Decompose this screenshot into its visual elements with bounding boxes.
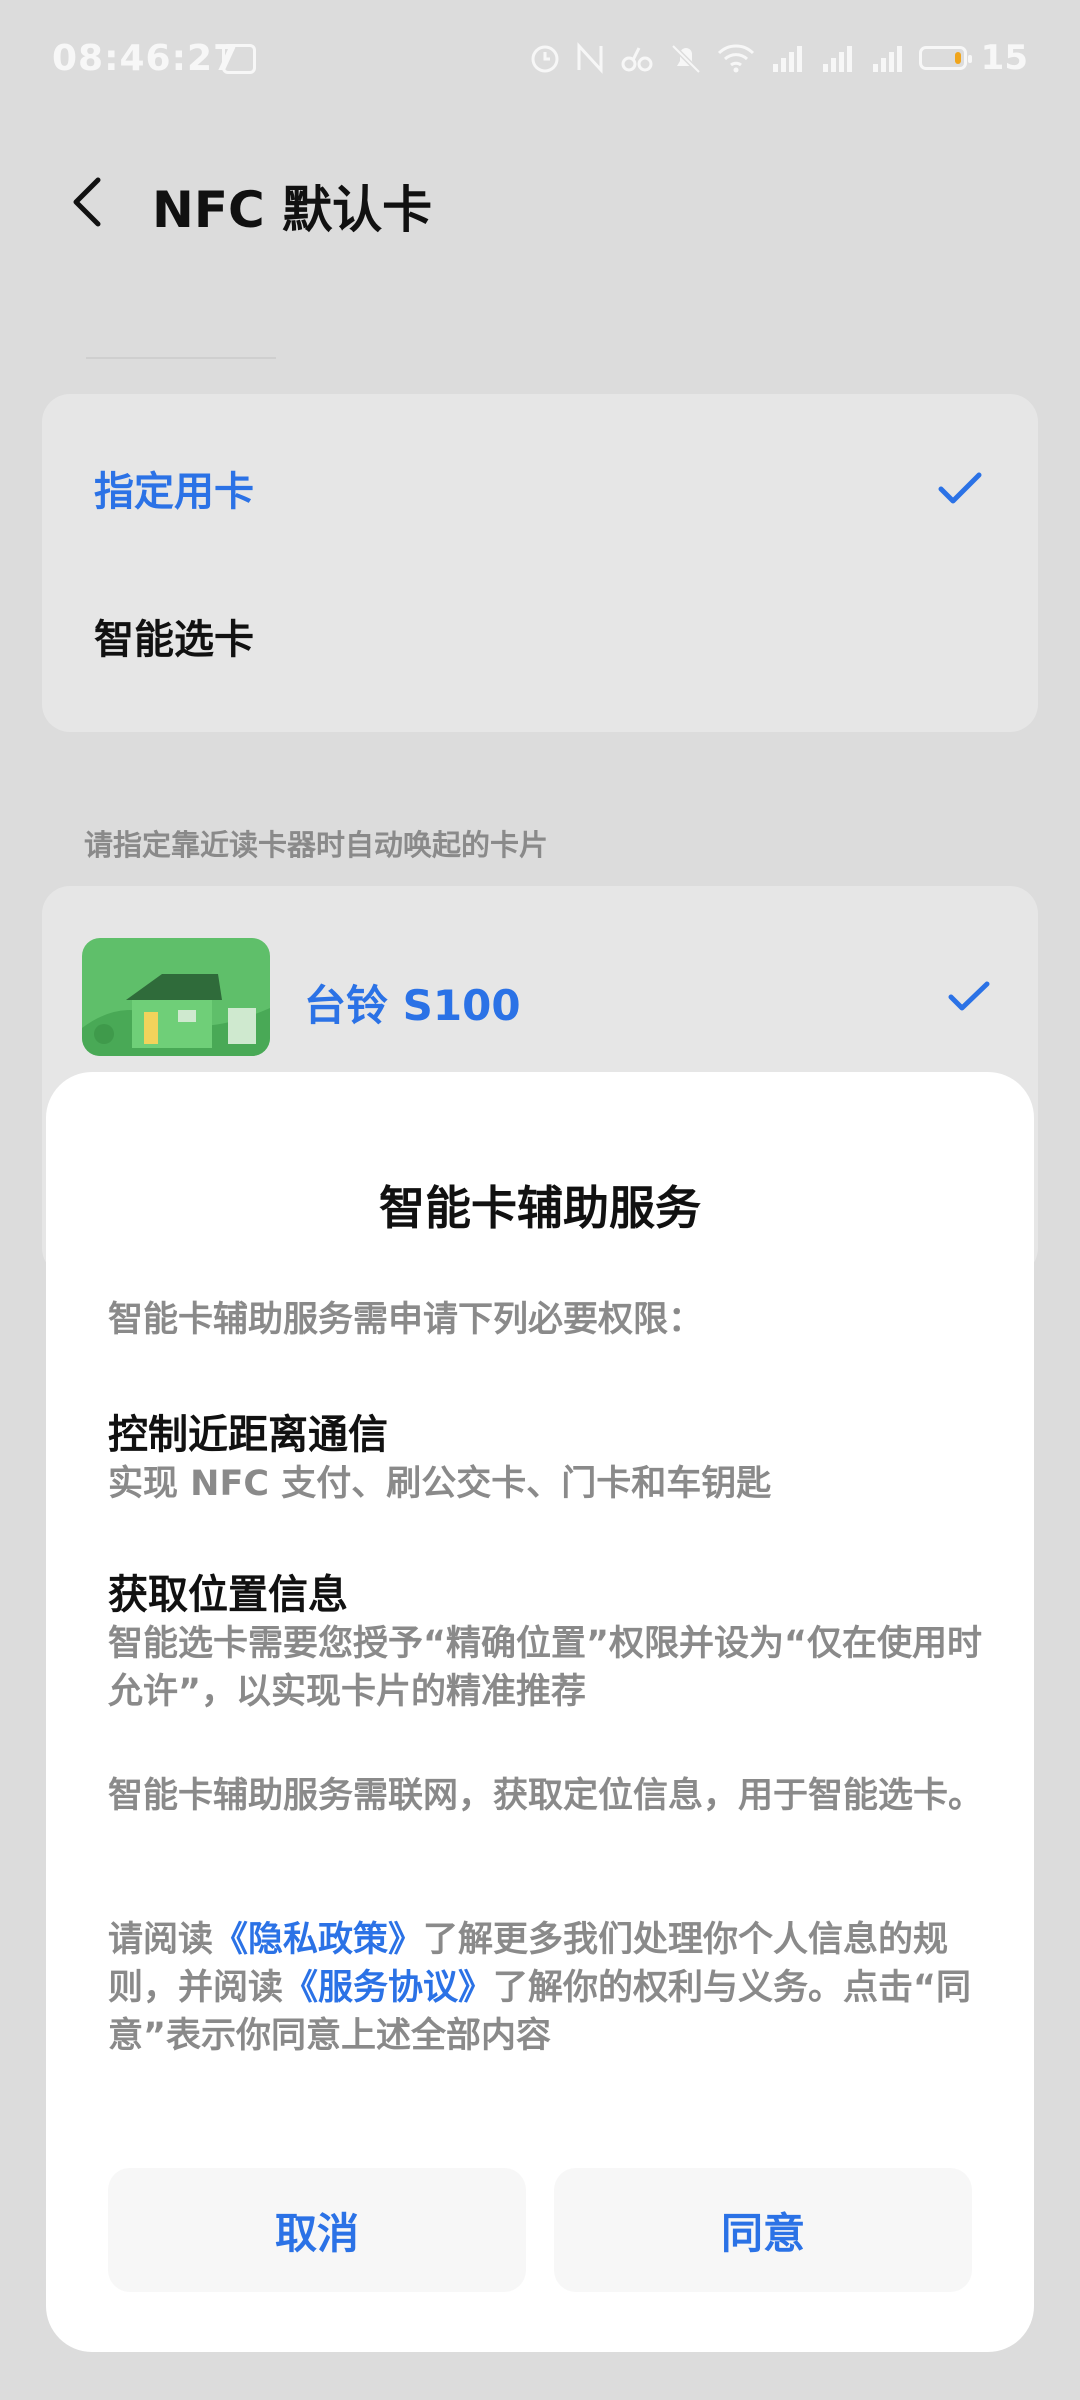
- mode-option-label: 智能选卡: [94, 617, 254, 663]
- network-note: 智能卡辅助服务需联网，获取定位信息，用于智能选卡。: [108, 1776, 984, 1816]
- permission-desc: 智能选卡需要您授予“精确位置”权限并设为“仅在使用时允许”，以实现卡片的精准推荐: [108, 1624, 983, 1712]
- back-button[interactable]: [60, 172, 120, 232]
- battery-percent: 15: [980, 38, 1028, 78]
- check-icon: [948, 981, 990, 1011]
- mute-icon: [670, 44, 701, 74]
- agree-button[interactable]: 同意: [554, 2168, 972, 2292]
- alarm-icon: [531, 45, 559, 73]
- permission-dialog: 智能卡辅助服务 智能卡辅助服务需申请下列必要权限： 控制近距离通信 实现 NFC…: [46, 1072, 1034, 2352]
- signal-4g-icon: [822, 46, 852, 72]
- status-icons: 15: [529, 38, 1028, 78]
- mode-option-designated[interactable]: 指定用卡: [42, 414, 1038, 562]
- permission-title: 控制近距离通信: [108, 1412, 388, 1458]
- signal-4g-icon: [772, 46, 802, 72]
- privacy-policy-link[interactable]: 《隐私政策》: [213, 1920, 423, 1960]
- permission-desc: 实现 NFC 支付、刷公交卡、门卡和车钥匙: [108, 1464, 772, 1504]
- link-icon: [621, 47, 653, 72]
- privacy-text: 请阅读: [108, 1920, 214, 1960]
- section-hint: 请指定靠近读卡器时自动唤起的卡片: [84, 828, 549, 862]
- page-title: NFC 默认卡: [152, 181, 433, 239]
- wifi-icon: [717, 44, 754, 73]
- signal-icon: [872, 46, 902, 72]
- card-thumbnail: [82, 938, 270, 1056]
- mode-option-label: 指定用卡: [94, 469, 254, 515]
- divider: [86, 357, 276, 359]
- battery-icon: [918, 46, 972, 70]
- check-icon: [938, 472, 982, 504]
- nfc-icon: [577, 42, 603, 74]
- status-bar: 08:46:27 15: [0, 0, 1080, 124]
- permission-title: 获取位置信息: [108, 1572, 348, 1618]
- weibo-icon: [222, 44, 256, 74]
- cancel-button[interactable]: 取消: [108, 2168, 526, 2292]
- header: NFC 默认卡: [0, 150, 1080, 250]
- dialog-intro: 智能卡辅助服务需申请下列必要权限：: [108, 1300, 704, 1340]
- mode-option-smart[interactable]: 智能选卡: [42, 562, 1038, 710]
- mode-selector: 指定用卡 智能选卡: [42, 394, 1038, 732]
- terms-of-service-link[interactable]: 《服务协议》: [283, 1968, 493, 2008]
- dialog-title: 智能卡辅助服务: [379, 1181, 701, 1235]
- card-name: 台铃 S100: [304, 981, 521, 1030]
- privacy-statement: 请阅读《隐私政策》了解更多我们处理你个人信息的规则，并阅读《服务协议》了解你的权…: [108, 1916, 1008, 2060]
- battery-level: [954, 52, 961, 64]
- status-time: 08:46:27: [52, 38, 240, 79]
